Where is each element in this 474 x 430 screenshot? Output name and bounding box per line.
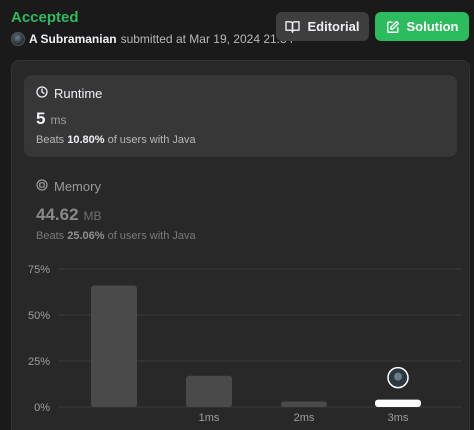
runtime-unit: ms	[50, 113, 67, 127]
x-tick-label: 3ms	[388, 412, 409, 424]
solution-label: Solution	[406, 19, 459, 34]
submission-page: Accepted A Subramanian submitted at Mar …	[0, 0, 474, 430]
runtime-value: 5	[36, 109, 46, 128]
memory-chip-icon	[36, 179, 48, 194]
runtime-label: Runtime	[54, 86, 103, 101]
memory-value-line: 44.62 MB	[36, 205, 102, 225]
memory-label: Memory	[54, 179, 101, 194]
runtime-card[interactable]: Runtime 5 ms Beats 10.80% of users with …	[24, 75, 457, 157]
editorial-label: Editorial	[307, 19, 360, 34]
runtime-value-line: 5 ms	[36, 109, 66, 129]
memory-beats-percent: 25.06%	[67, 230, 105, 242]
y-tick-label: 25%	[28, 356, 50, 368]
memory-header: Memory	[36, 179, 101, 194]
avatar-figure	[394, 372, 402, 381]
runtime-beats: Beats 10.80% of users with Java	[36, 134, 196, 146]
runtime-beats-percent: 10.80%	[67, 134, 105, 146]
submission-status: Accepted	[11, 9, 79, 26]
runtime-beats-prefix: Beats	[36, 134, 65, 146]
memory-beats: Beats 25.06% of users with Java	[36, 230, 196, 242]
memory-value: 44.62	[36, 205, 79, 224]
memory-card[interactable]: Memory 44.62 MB Beats 25.06% of users wi…	[24, 173, 457, 245]
solution-button[interactable]: Solution	[375, 12, 469, 41]
edit-icon	[386, 20, 400, 34]
bar[interactable]	[91, 285, 137, 407]
submitter-name[interactable]: A Subramanian	[29, 32, 117, 46]
memory-beats-suffix: of users with Java	[107, 230, 196, 242]
runtime-beats-suffix: of users with Java	[107, 134, 196, 146]
editorial-button[interactable]: Editorial	[276, 12, 369, 41]
memory-unit: MB	[83, 209, 102, 223]
y-tick-label: 75%	[28, 264, 50, 276]
x-tick-label: 1ms	[199, 412, 220, 424]
bar[interactable]	[281, 401, 327, 407]
y-tick-label: 50%	[28, 310, 50, 322]
chart-x-axis: 1ms 2ms 3ms	[199, 412, 409, 424]
chart-bars	[91, 285, 421, 407]
y-tick-label: 0%	[34, 402, 50, 414]
bar[interactable]	[186, 375, 232, 407]
chart-y-axis: 0% 25% 50% 75%	[28, 264, 50, 414]
my-submission-marker	[387, 366, 409, 389]
clock-icon	[36, 86, 48, 101]
avatar[interactable]	[11, 32, 25, 46]
book-open-icon	[285, 20, 301, 33]
runtime-header: Runtime	[36, 86, 102, 101]
runtime-distribution-chart: 0% 25% 50% 75% 1ms 2ms 3ms	[28, 264, 462, 424]
submitted-time: submitted at Mar 19, 2024 21:34	[120, 32, 294, 46]
submitter-info: A Subramanian submitted at Mar 19, 2024 …	[11, 32, 293, 46]
x-tick-label: 2ms	[294, 412, 315, 424]
memory-beats-prefix: Beats	[36, 230, 65, 242]
bar-my-submission[interactable]	[375, 399, 421, 407]
